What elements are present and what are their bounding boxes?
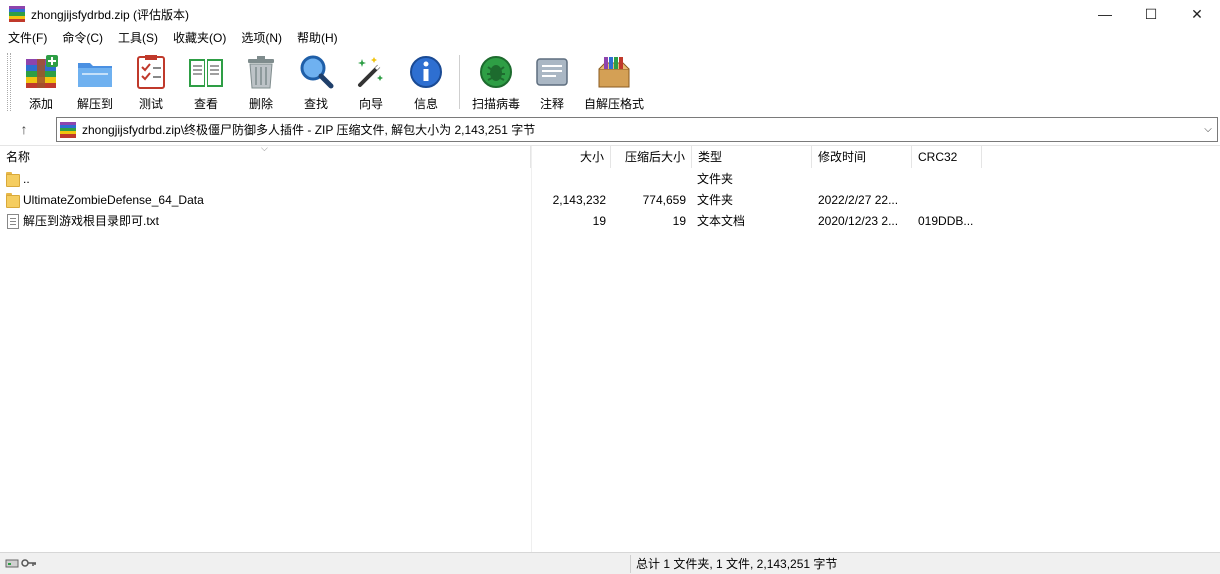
view-book-icon <box>187 53 225 91</box>
row-crc32: 019DDB... <box>918 214 974 228</box>
extract-to-button[interactable]: 解压到 <box>65 49 125 111</box>
menu-commands[interactable]: 命令(C) <box>54 28 110 48</box>
column-header-row: ⌵ 名称 大小 压缩后大小 类型 修改时间 CRC32 <box>0 143 1220 168</box>
delete-label: 删除 <box>248 97 273 111</box>
address-bar[interactable]: zhongjijsfydrbd.zip\终极僵尸防御多人插件 - ZIP 压缩文… <box>56 117 1218 142</box>
trash-icon <box>242 53 280 91</box>
view-button[interactable]: 查看 <box>177 49 235 111</box>
chevron-down-icon[interactable]: ⌵ <box>1199 124 1217 135</box>
up-arrow-icon: ↑ <box>20 121 28 137</box>
menu-options[interactable]: 选项(N) <box>233 28 289 48</box>
info-button[interactable]: 信息 <box>397 49 455 111</box>
title-bar: zhongjijsfydrbd.zip (评估版本) — ☐ ✕ <box>0 0 1220 28</box>
info-icon <box>407 53 445 91</box>
virus-bug-icon <box>477 53 515 91</box>
toolbar-grip[interactable] <box>7 53 11 111</box>
table-row[interactable]: UltimateZombieDefense_64_Data 2,143,232 … <box>0 190 1220 211</box>
add-label: 添加 <box>28 97 53 111</box>
maximize-button[interactable]: ☐ <box>1128 0 1174 28</box>
column-size[interactable]: 大小 <box>531 146 611 168</box>
info-label: 信息 <box>413 97 438 111</box>
row-modified: 2022/2/27 22... <box>818 193 899 207</box>
parent-folder-row[interactable]: .. 文件夹 <box>0 169 1220 190</box>
sfx-label: 自解压格式 <box>583 97 644 111</box>
toolbar-separator <box>459 55 460 109</box>
virus-scan-label: 扫描病毒 <box>471 97 520 111</box>
winrar-app-icon <box>9 6 25 23</box>
menu-help[interactable]: 帮助(H) <box>289 28 345 48</box>
key-icon[interactable] <box>21 557 37 569</box>
status-icons <box>5 557 37 569</box>
test-label: 测试 <box>138 97 163 111</box>
column-type[interactable]: 类型 <box>692 146 812 168</box>
folder-icon <box>6 172 20 187</box>
status-summary: 总计 1 文件夹, 1 文件, 2,143,251 字节 <box>636 557 838 571</box>
test-button[interactable]: 测试 <box>125 49 177 111</box>
row-name: .. <box>23 172 30 186</box>
add-button[interactable]: 添加 <box>17 49 65 111</box>
row-modified: 2020/12/23 2... <box>818 214 899 228</box>
extract-to-label: 解压到 <box>76 97 113 111</box>
menu-tools[interactable]: 工具(S) <box>110 28 165 48</box>
comment-label: 注释 <box>539 97 564 111</box>
extract-folder-icon <box>76 53 114 91</box>
add-archive-icon <box>22 53 60 91</box>
drive-icon[interactable] <box>5 557 19 569</box>
close-button[interactable]: ✕ <box>1174 0 1220 28</box>
sfx-button[interactable]: 自解压格式 <box>578 49 650 111</box>
close-icon: ✕ <box>1191 5 1203 22</box>
find-label: 查找 <box>303 97 328 111</box>
row-size: 19 <box>592 214 606 228</box>
magic-wand-icon <box>352 53 390 91</box>
menu-favorites[interactable]: 收藏夹(O) <box>165 28 233 48</box>
menu-bar: 文件(F) 命令(C) 工具(S) 收藏夹(O) 选项(N) 帮助(H) <box>0 28 345 48</box>
row-type: 文件夹 <box>697 193 734 207</box>
up-folder-button[interactable]: ↑ <box>7 118 41 140</box>
column-name[interactable]: 名称 <box>0 146 531 168</box>
row-packed-size: 774,659 <box>642 193 686 207</box>
column-crc32[interactable]: CRC32 <box>912 146 982 168</box>
magnifier-icon <box>297 53 335 91</box>
table-row[interactable]: 解压到游戏根目录即可.txt 19 19 文本文档 2020/12/23 2..… <box>0 211 1220 232</box>
menu-file[interactable]: 文件(F) <box>0 28 54 48</box>
status-bar: 总计 1 文件夹, 1 文件, 2,143,251 字节 <box>0 552 1220 574</box>
sfx-box-icon <box>595 53 633 91</box>
row-size: 2,143,232 <box>552 193 606 207</box>
status-separator <box>630 555 631 573</box>
comment-note-icon <box>533 53 571 91</box>
row-name: UltimateZombieDefense_64_Data <box>23 193 204 207</box>
minimize-button[interactable]: — <box>1082 0 1128 28</box>
wizard-button[interactable]: 向导 <box>345 49 397 111</box>
virus-scan-button[interactable]: 扫描病毒 <box>466 49 526 111</box>
window-title: zhongjijsfydrbd.zip (评估版本) <box>31 7 190 22</box>
delete-button[interactable]: 删除 <box>235 49 287 111</box>
row-type: 文本文档 <box>697 214 746 228</box>
address-row: ↑ zhongjijsfydrbd.zip\终极僵尸防御多人插件 - ZIP 压… <box>0 115 1220 143</box>
row-type: 文件夹 <box>697 172 734 186</box>
file-list[interactable]: ⌵ 名称 大小 压缩后大小 类型 修改时间 CRC32 .. 文件夹 Ultim… <box>0 143 1220 553</box>
column-modified[interactable]: 修改时间 <box>812 146 912 168</box>
comment-button[interactable]: 注释 <box>526 49 578 111</box>
text-file-icon <box>7 214 19 229</box>
find-button[interactable]: 查找 <box>287 49 345 111</box>
row-name: 解压到游戏根目录即可.txt <box>23 214 160 228</box>
row-packed-size: 19 <box>672 214 686 228</box>
maximize-icon: ☐ <box>1144 5 1158 22</box>
folder-icon <box>6 193 20 208</box>
view-label: 查看 <box>193 97 218 111</box>
address-path: zhongjijsfydrbd.zip\终极僵尸防御多人插件 - ZIP 压缩文… <box>82 123 536 137</box>
wizard-label: 向导 <box>358 97 383 111</box>
archive-icon <box>60 121 76 138</box>
column-packed-size[interactable]: 压缩后大小 <box>611 146 692 168</box>
test-checklist-icon <box>132 53 170 91</box>
minimize-icon: — <box>1098 6 1112 22</box>
toolbar: 添加 解压到 测试 查看 删除 查找 向导 信息 扫描病毒 注释 自解压格式 <box>0 49 1220 115</box>
